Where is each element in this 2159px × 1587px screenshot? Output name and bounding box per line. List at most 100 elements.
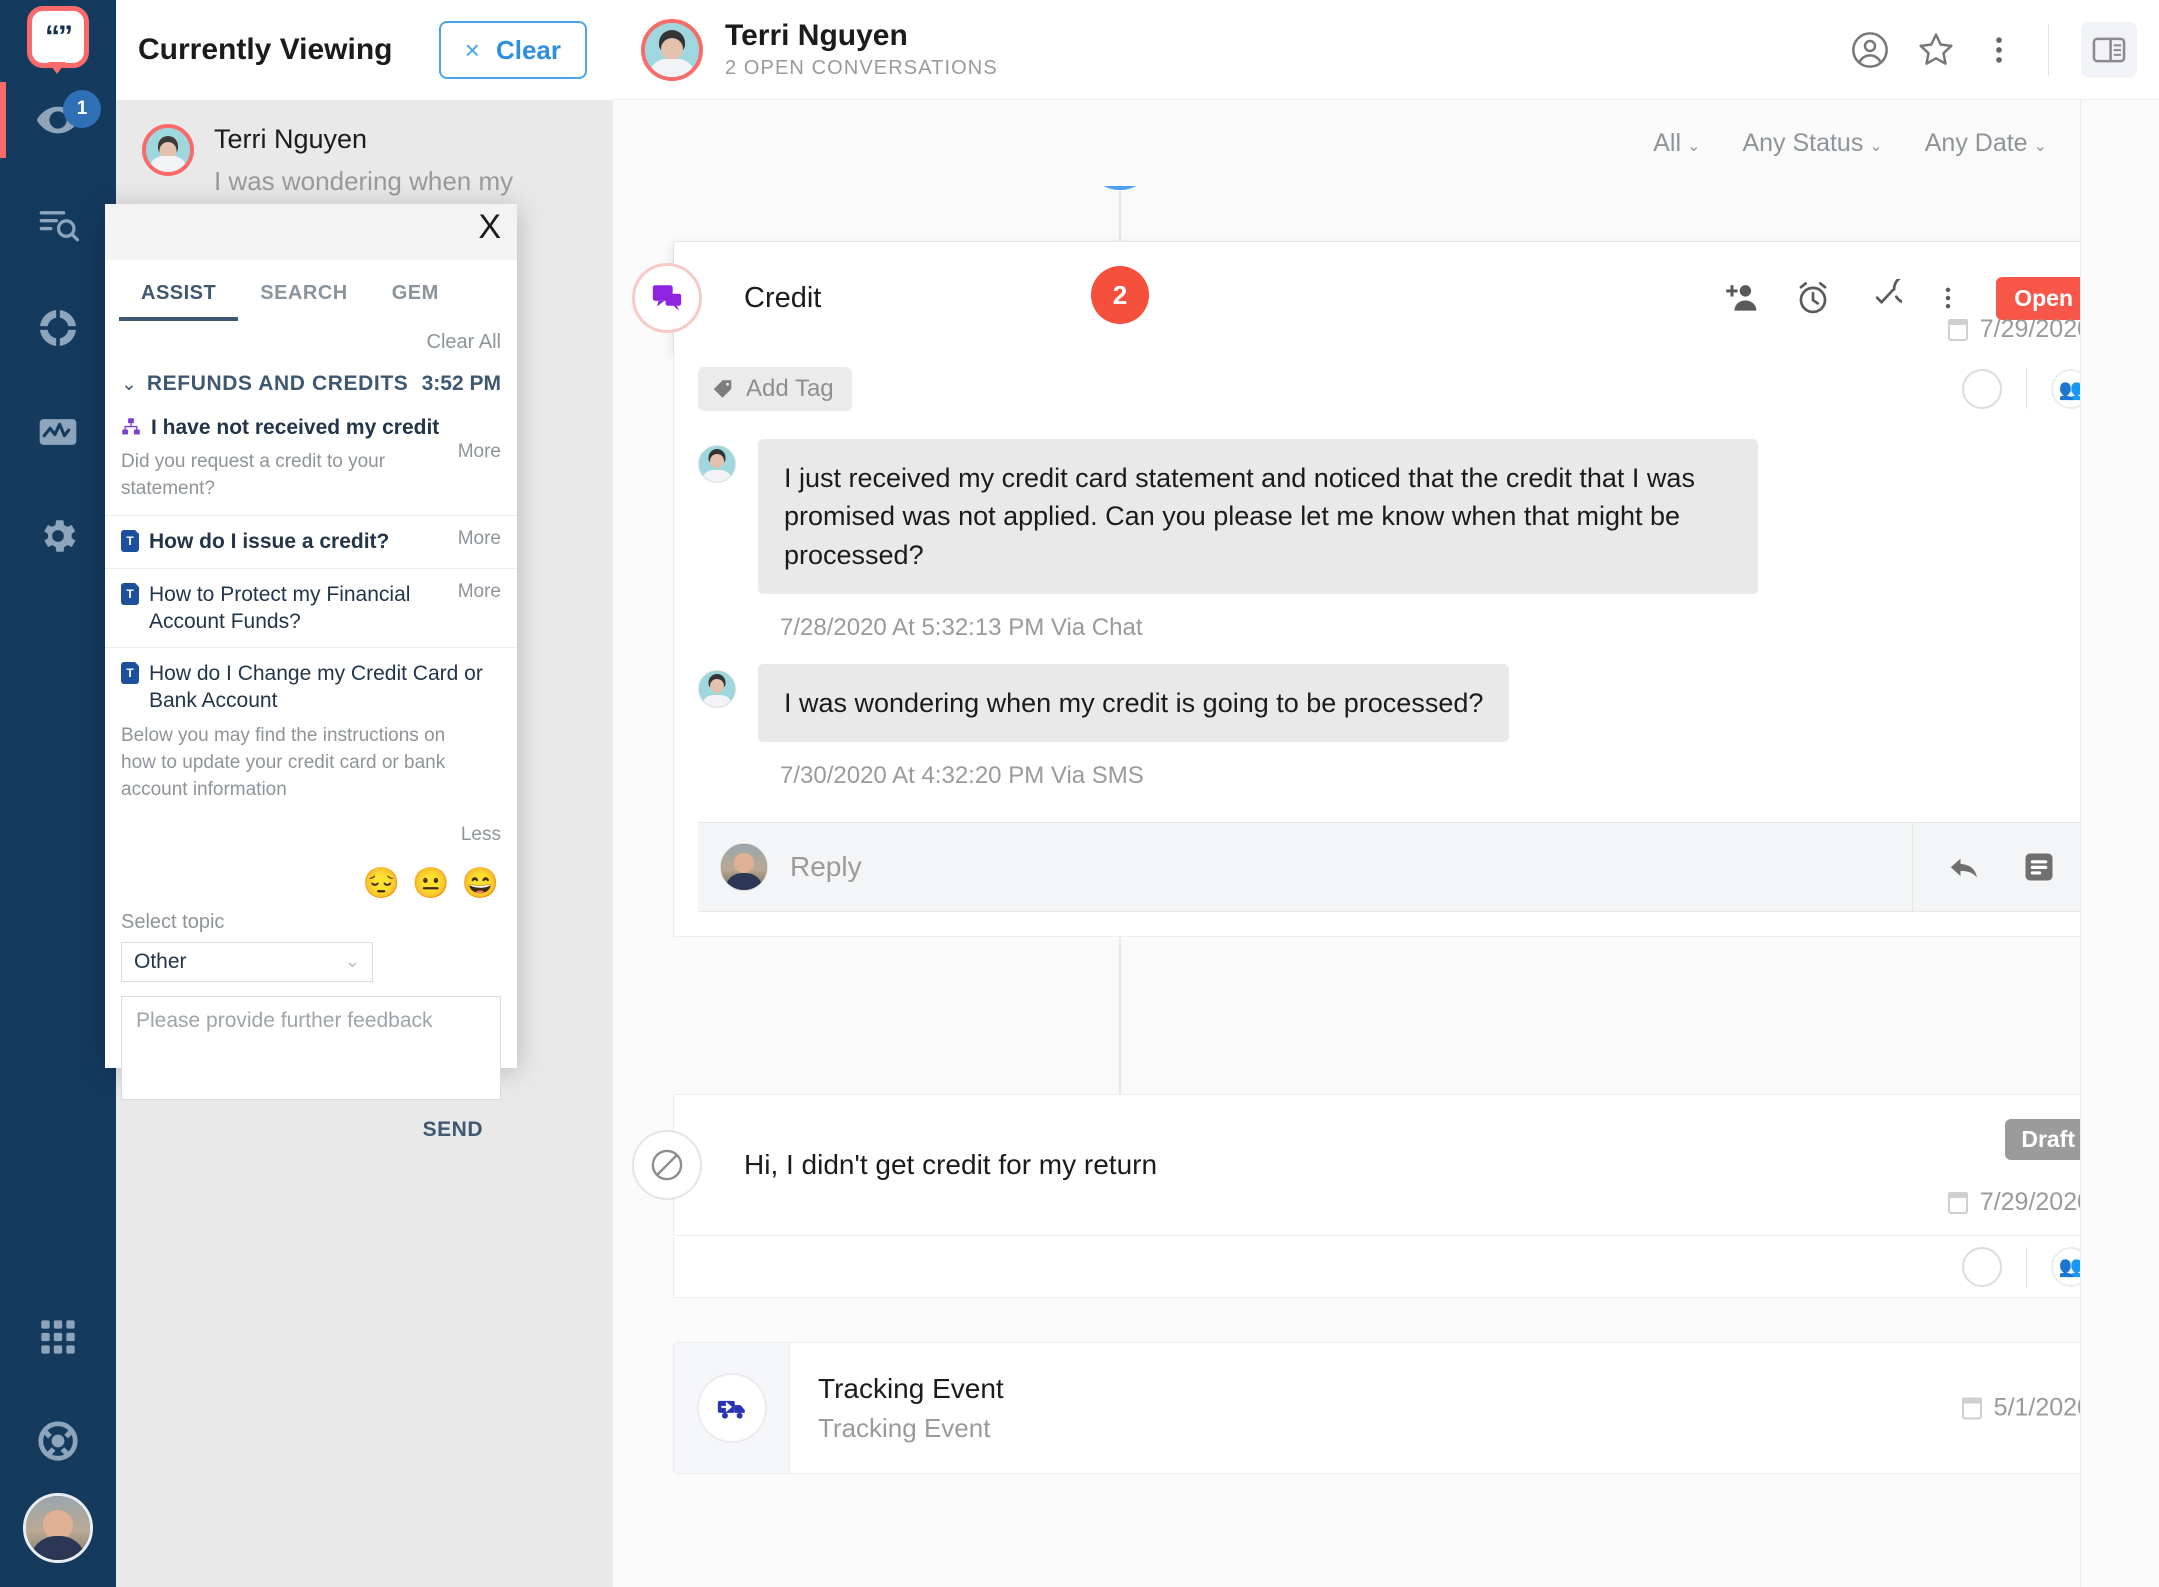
emoji-happy-icon[interactable]: 😄: [462, 866, 499, 901]
avatar-body: [702, 695, 732, 708]
tab-assist[interactable]: ASSIST: [119, 270, 238, 321]
check-circle-icon[interactable]: [1864, 279, 1902, 317]
logo-quote-glyph: “”: [45, 22, 71, 52]
search-filter-icon: [36, 202, 80, 246]
sidebar-item-analytics[interactable]: [0, 380, 116, 484]
send-button[interactable]: SEND: [121, 1100, 501, 1142]
assist-article-subtitle: Did you request a credit to your stateme…: [121, 449, 438, 503]
sidebar-item-settings[interactable]: [0, 484, 116, 588]
clear-button-label: Clear: [496, 35, 561, 66]
draft-badge[interactable]: Draft: [2005, 1119, 2091, 1160]
tab-gem[interactable]: GEM: [370, 270, 461, 321]
tag-row: Add Tag 👥: [674, 353, 2115, 423]
assist-article-row: How to Protect my Financial Account Fund…: [121, 581, 501, 636]
side-panel-toggle-icon[interactable]: [2081, 22, 2137, 78]
sidebar-item-help[interactable]: [0, 1389, 116, 1493]
avatar: [698, 445, 736, 483]
assist-article[interactable]: I have not received my credit Did you re…: [105, 402, 517, 516]
draft-date: 7/29/2020: [1948, 1188, 2091, 1217]
message-bubble: I just received my credit card statement…: [758, 439, 1758, 594]
conversation-card-header[interactable]: Credit: [674, 242, 2115, 354]
message-meta: 7/30/2020 At 4:32:20 PM Via SMS: [698, 748, 2091, 796]
assist-article-row: I have not received my credit: [121, 414, 501, 441]
sidebar-item-search[interactable]: [0, 172, 116, 276]
tracking-event-body: Tracking Event Tracking Event 5/1/2020: [790, 1343, 2115, 1473]
filter-status[interactable]: Any Status⌄: [1742, 129, 1882, 158]
sidebar-item-reports[interactable]: [0, 276, 116, 380]
customer-header-text: Terri Nguyen 2 OPEN CONVERSATIONS: [725, 19, 998, 80]
feedback-textarea[interactable]: Please provide further feedback: [121, 996, 501, 1100]
avatar: [698, 670, 736, 708]
lifebuoy-icon: [36, 1419, 80, 1463]
draft-footer: 👥: [673, 1236, 2116, 1298]
sidebar-item-apps[interactable]: [0, 1285, 116, 1389]
tracking-event-subtitle: Tracking Event: [818, 1413, 1004, 1444]
draft-card[interactable]: Hi, I didn't get credit for my return Dr…: [673, 1094, 2116, 1236]
assist-section-header[interactable]: ⌄ REFUNDS AND CREDITS 3:52 PM: [105, 354, 517, 402]
clear-button[interactable]: × Clear: [439, 21, 587, 79]
open-conversations-count: 2 OPEN CONVERSATIONS: [725, 57, 998, 80]
tracking-event-date: 5/1/2020: [1962, 1394, 2091, 1423]
assist-article[interactable]: How to Protect my Financial Account Fund…: [105, 569, 517, 649]
close-icon: ×: [465, 35, 480, 66]
assist-article[interactable]: How do I Change my Credit Card or Bank A…: [105, 648, 517, 816]
delivery-truck-icon: [697, 1373, 767, 1443]
avatar-body: [649, 59, 695, 81]
assist-article-more[interactable]: More: [448, 581, 501, 603]
calendar-icon: [1948, 319, 1968, 341]
tab-search[interactable]: SEARCH: [238, 270, 369, 321]
profile-circle-icon[interactable]: [1850, 30, 1890, 70]
assist-article-title: How to Protect my Financial Account Fund…: [149, 581, 438, 636]
quiq-logo-icon[interactable]: “”: [27, 6, 89, 68]
avatar: [142, 124, 194, 176]
feedback-form: Select topic Other ⌄ Please provide furt…: [105, 907, 517, 1142]
status-circle-icon[interactable]: [1962, 369, 2002, 409]
avatar[interactable]: [641, 19, 703, 81]
analytics-icon: [36, 410, 80, 454]
filter-all[interactable]: All⌄: [1653, 129, 1700, 158]
status-badge[interactable]: Open: [1996, 277, 2091, 320]
divider: [2026, 1247, 2027, 1287]
gear-icon: [36, 514, 80, 558]
add-tag-button[interactable]: Add Tag: [698, 367, 852, 411]
reply-input[interactable]: Reply: [790, 851, 862, 883]
emoji-neutral-icon[interactable]: 😐: [412, 866, 449, 901]
assist-tabs: ASSIST SEARCH GEM: [105, 260, 517, 321]
emoji-sad-icon[interactable]: 😔: [363, 866, 400, 901]
add-conversation-button[interactable]: +: [1085, 186, 1155, 190]
assist-article-more[interactable]: More: [448, 441, 501, 463]
alarm-clock-icon[interactable]: [1794, 279, 1832, 317]
conversation-date-value: 7/29/2020: [1980, 315, 2091, 344]
clear-all-link[interactable]: Clear All: [105, 321, 517, 354]
current-user-avatar[interactable]: [23, 1493, 93, 1563]
watch-badge: 1: [63, 90, 101, 128]
message-bubble: I was wondering when my credit is going …: [758, 664, 1509, 742]
sidebar-item-watch[interactable]: 1: [0, 68, 116, 172]
assist-article[interactable]: How do I issue a credit? More: [105, 516, 517, 568]
select-topic-label: Select topic: [121, 911, 501, 934]
draft-date-value: 7/29/2020: [1980, 1188, 2091, 1217]
status-circle-icon[interactable]: [1962, 1247, 2002, 1287]
assist-article-title: How do I issue a credit?: [149, 528, 389, 555]
assist-article-more[interactable]: More: [448, 528, 501, 550]
assist-panel: X ASSIST SEARCH GEM Clear All ⌄ REFUNDS …: [105, 204, 517, 1068]
star-icon[interactable]: [1916, 30, 1956, 70]
topic-select[interactable]: Other ⌄: [121, 942, 373, 982]
conversation-date: 7/29/2020: [1948, 315, 2091, 344]
more-vertical-icon[interactable]: [1934, 279, 1962, 317]
tag-icon: [712, 378, 734, 400]
customer-header: Terri Nguyen 2 OPEN CONVERSATIONS: [613, 0, 2159, 100]
filter-date[interactable]: Any Date⌄: [1925, 129, 2047, 158]
more-vertical-icon[interactable]: [1982, 30, 2016, 70]
message-meta: 7/28/2020 At 5:32:13 PM Via Chat: [698, 600, 2091, 664]
add-person-icon[interactable]: [1724, 279, 1762, 317]
reply-arrow-icon[interactable]: [1947, 849, 1983, 885]
tracking-event-text: Tracking Event Tracking Event: [818, 1373, 1004, 1444]
assist-section-title: REFUNDS AND CREDITS: [147, 372, 408, 396]
canned-response-icon[interactable]: [2021, 849, 2057, 885]
tracking-event-card[interactable]: Tracking Event Tracking Event 5/1/2020: [673, 1342, 2116, 1474]
close-icon[interactable]: X: [478, 210, 501, 244]
assist-article-title: How do I Change my Credit Card or Bank A…: [149, 660, 501, 715]
assist-less-link[interactable]: Less: [105, 816, 517, 848]
main-column: Terri Nguyen 2 OPEN CONVERSATIONS: [613, 0, 2159, 1587]
